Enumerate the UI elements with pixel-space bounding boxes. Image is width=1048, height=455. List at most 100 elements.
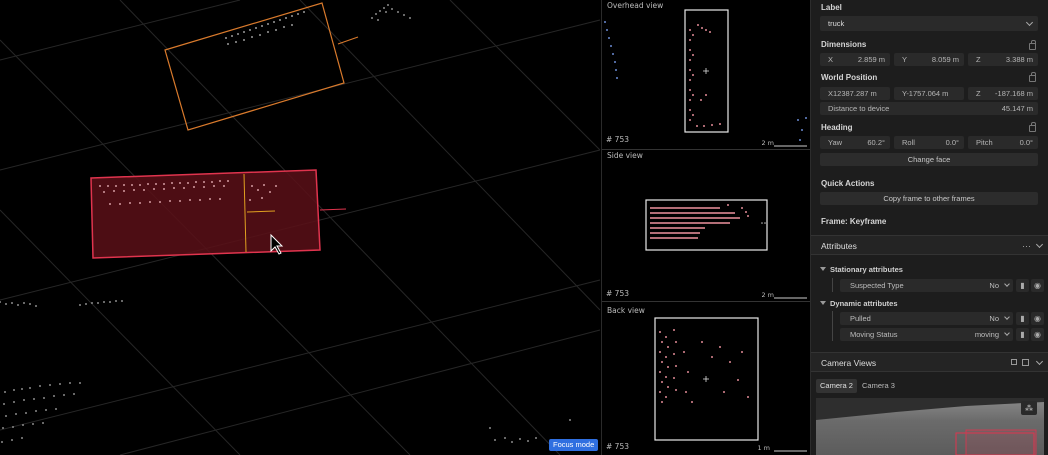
external-link-icon[interactable] xyxy=(1022,359,1029,366)
back-id-label: # 753 xyxy=(606,442,629,451)
delete-icon[interactable]: ▮ xyxy=(1016,328,1029,341)
back-scale: 1 m xyxy=(757,444,770,452)
camera-canvas: ⁂ xyxy=(816,398,1044,455)
main-3d-view[interactable]: Focus mode xyxy=(0,0,601,455)
chevron-down-icon xyxy=(1004,314,1010,320)
yaw-value: 60.2° xyxy=(867,138,885,147)
lock-icon[interactable] xyxy=(1029,122,1036,132)
dimension-z-field[interactable]: Z 3.388 m xyxy=(968,53,1038,66)
quick-actions-title: Quick Actions xyxy=(821,179,875,188)
side-view[interactable]: Side view # 753 2 m xyxy=(602,150,810,302)
back-view-title: Back view xyxy=(607,306,645,315)
back-view[interactable]: Back view # 753 1 m xyxy=(602,302,810,455)
attributes-title: Attributes xyxy=(821,241,857,251)
pulled-select[interactable]: Pulled No xyxy=(840,312,1013,325)
side-view-title: Side view xyxy=(607,151,643,160)
collapse-triangle-icon[interactable] xyxy=(820,267,826,271)
back-canvas xyxy=(654,317,807,452)
delete-icon[interactable]: ▮ xyxy=(1016,312,1029,325)
chevron-down-icon xyxy=(1004,330,1010,336)
chevron-down-icon[interactable] xyxy=(1035,357,1044,366)
projection-views: Overhead view # 753 2 m Side view # 753 … xyxy=(601,0,810,455)
lock-icon[interactable] xyxy=(1029,72,1036,82)
tab-camera-3[interactable]: Camera 3 xyxy=(858,379,899,393)
lock-icon[interactable] xyxy=(1011,359,1017,365)
attributes-header[interactable]: Attributes ··· xyxy=(811,235,1048,255)
pitch-field[interactable]: Pitch 0.0° xyxy=(968,136,1038,149)
moving-status-select[interactable]: Moving Status moving xyxy=(840,328,1013,341)
distance-field: Distance to device 45.147 m xyxy=(820,102,1038,115)
selected-truck-box[interactable] xyxy=(90,169,347,259)
palette-icon[interactable]: ◉ xyxy=(1031,279,1044,292)
other-object-box[interactable] xyxy=(164,2,359,131)
tree-line xyxy=(832,311,833,341)
svg-text:⁂: ⁂ xyxy=(1025,403,1033,413)
frame-label: Frame: Keyframe xyxy=(821,217,887,226)
palette-icon[interactable]: ◉ xyxy=(1031,328,1044,341)
focus-mode-button[interactable]: Focus mode xyxy=(549,439,599,451)
camera-views-header[interactable]: Camera Views xyxy=(811,352,1048,372)
world-y-value: Y-1757.064 m xyxy=(902,89,949,98)
more-icon[interactable]: ··· xyxy=(1022,236,1031,256)
chevron-down-icon xyxy=(1025,18,1034,27)
collapse-triangle-icon[interactable] xyxy=(820,301,826,305)
suspected-type-label: Suspected Type xyxy=(850,281,904,290)
pitch-key: Pitch xyxy=(976,138,993,147)
palette-icon[interactable]: ◉ xyxy=(1031,312,1044,325)
camera-views-title: Camera Views xyxy=(821,358,877,368)
chevron-down-icon xyxy=(1004,281,1010,287)
world-z-key: Z xyxy=(976,89,981,98)
distance-key: Distance to device xyxy=(828,104,890,113)
change-face-button[interactable]: Change face xyxy=(820,153,1038,166)
dim-x-value: 2.859 m xyxy=(857,55,885,64)
app-root: Focus mode Overhead view # 753 2 m Side … xyxy=(0,0,1048,455)
moving-status-label: Moving Status xyxy=(850,330,898,339)
label-section-title: Label xyxy=(821,3,842,12)
chevron-down-icon[interactable] xyxy=(1035,240,1044,249)
side-canvas xyxy=(645,199,807,299)
pulled-label: Pulled xyxy=(850,314,871,323)
roll-field[interactable]: Roll 0.0° xyxy=(894,136,964,149)
label-select-value: truck xyxy=(828,19,845,28)
lock-icon[interactable] xyxy=(1029,40,1036,50)
overhead-view-title: Overhead view xyxy=(607,1,664,10)
point-cloud-canvas[interactable] xyxy=(0,0,601,455)
pitch-value: 0.0° xyxy=(1019,138,1033,147)
delete-icon[interactable]: ▮ xyxy=(1016,279,1029,292)
label-select[interactable]: truck xyxy=(820,16,1038,31)
stationary-attributes-title: Stationary attributes xyxy=(830,265,903,274)
dim-y-value: 8.059 m xyxy=(931,55,959,64)
dimensions-title: Dimensions xyxy=(821,40,867,49)
dim-y-key: Y xyxy=(902,55,908,64)
yaw-key: Yaw xyxy=(828,138,843,147)
world-z-field[interactable]: Z -187.168 m xyxy=(968,87,1038,100)
world-position-title: World Position xyxy=(821,73,878,82)
dim-z-key: Z xyxy=(976,55,981,64)
dimension-y-field[interactable]: Y 8.059 m xyxy=(894,53,964,66)
moving-status-value: moving xyxy=(974,330,999,339)
roll-value: 0.0° xyxy=(945,138,959,147)
pulled-value: No xyxy=(989,314,999,323)
overhead-canvas xyxy=(604,9,807,147)
overhead-scale: 2 m xyxy=(761,139,774,147)
dynamic-attributes-title: Dynamic attributes xyxy=(830,299,898,308)
world-z-value: -187.168 m xyxy=(995,89,1033,98)
overhead-view[interactable]: Overhead view # 753 2 m xyxy=(602,0,810,150)
roll-key: Roll xyxy=(902,138,915,147)
suspected-type-select[interactable]: Suspected Type No xyxy=(840,279,1013,292)
properties-panel: Label truck Dimensions X 2.859 m Y 8.059 m… xyxy=(810,0,1048,455)
world-x-value: X12387.287 m xyxy=(828,89,877,98)
world-y-field[interactable]: Y-1757.064 m xyxy=(894,87,964,100)
copy-frame-button[interactable]: Copy frame to other frames xyxy=(820,192,1038,205)
overhead-id-label: # 753 xyxy=(606,135,629,144)
heading-title: Heading xyxy=(821,123,853,132)
camera-image[interactable]: ⁂ xyxy=(816,398,1044,455)
tab-camera-2[interactable]: Camera 2 xyxy=(816,379,857,393)
dim-z-value: 3.388 m xyxy=(1005,55,1033,64)
yaw-field[interactable]: Yaw 60.2° xyxy=(820,136,890,149)
dimension-x-field[interactable]: X 2.859 m xyxy=(820,53,890,66)
distance-value: 45.147 m xyxy=(1001,104,1033,113)
side-scale: 2 m xyxy=(761,291,774,299)
world-x-field[interactable]: X12387.287 m xyxy=(820,87,890,100)
side-id-label: # 753 xyxy=(606,289,629,298)
